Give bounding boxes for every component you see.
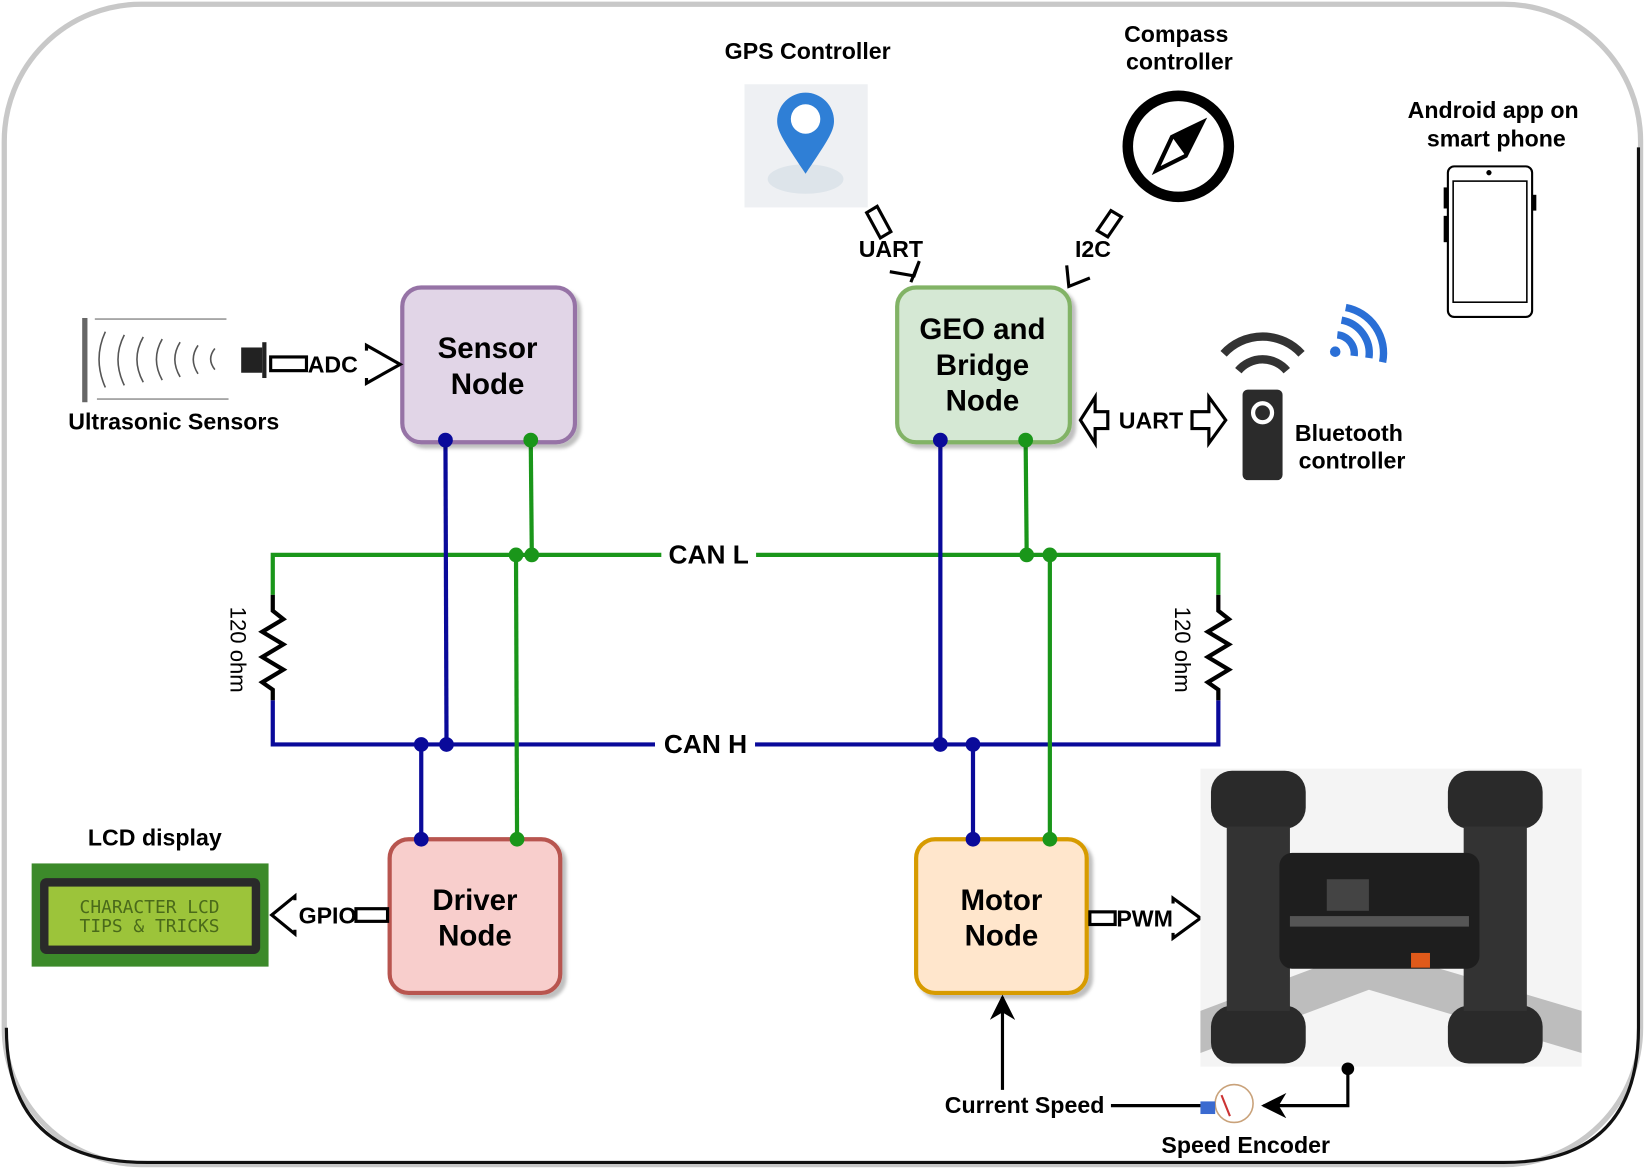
geo-node-label-2: Bridge <box>936 349 1029 382</box>
geo-node-label-1: GEO and <box>919 313 1045 346</box>
driver-node-label-1: Driver <box>432 884 518 917</box>
ultrasonic-label: Ultrasonic Sensors <box>68 409 279 435</box>
uart-bluetooth-label: UART <box>1119 408 1183 434</box>
geo-node-label-3: Node <box>946 385 1020 418</box>
android-label-1: Android app on <box>1408 97 1579 123</box>
speed-encoder-label: Speed Encoder <box>1161 1132 1330 1158</box>
motor-node-label-2: Node <box>965 920 1039 953</box>
lcd-label: LCD display <box>88 825 222 851</box>
smartphone-icon <box>1443 165 1537 318</box>
sensor-can-h-wire <box>443 440 449 745</box>
current-speed-label: Current Speed <box>945 1092 1105 1118</box>
bluetooth-label-2: controller <box>1299 448 1406 474</box>
android-label-2: smart phone <box>1427 125 1566 151</box>
compass-label-1: Compass <box>1124 21 1228 47</box>
driver-node-label-2: Node <box>438 920 512 953</box>
sensor-can-l-wire <box>528 440 534 555</box>
rc-car-image <box>1200 768 1582 1067</box>
can-h-label: CAN H <box>664 729 747 759</box>
pwm-label: PWM <box>1116 906 1173 932</box>
geo-can-l-wire <box>1023 440 1029 555</box>
resistor-left-label: 120 ohm <box>226 607 251 693</box>
lcd-display-icon: CHARACTER LCD TIPS & TRICKS <box>31 863 269 967</box>
gpio-label: GPIO <box>299 902 357 928</box>
lcd-screen-line-2: TIPS & TRICKS <box>80 916 220 937</box>
sensor-node-label-2: Node <box>451 368 525 401</box>
compass-label-2: controller <box>1126 48 1233 74</box>
driver-can-l-wire <box>513 554 520 840</box>
motor-node-label-1: Motor <box>961 884 1043 917</box>
adc-label: ADC <box>308 352 358 378</box>
gps-pin-icon <box>744 84 868 208</box>
gps-label: GPS Controller <box>725 38 891 64</box>
i2c-label: I2C <box>1075 236 1111 262</box>
lcd-screen-line-1: CHARACTER LCD <box>80 897 220 918</box>
uart-gps-label: UART <box>859 236 923 262</box>
compass-icon <box>1122 90 1235 203</box>
resistor-right-label: 120 ohm <box>1170 607 1195 693</box>
system-diagram: 120 ohm 120 ohm CAN L CAN H Sensor Node … <box>1 1 1644 1168</box>
sensor-node-label-1: Sensor <box>438 332 538 365</box>
bluetooth-label-1: Bluetooth <box>1295 420 1403 446</box>
can-l-label: CAN L <box>669 539 749 569</box>
